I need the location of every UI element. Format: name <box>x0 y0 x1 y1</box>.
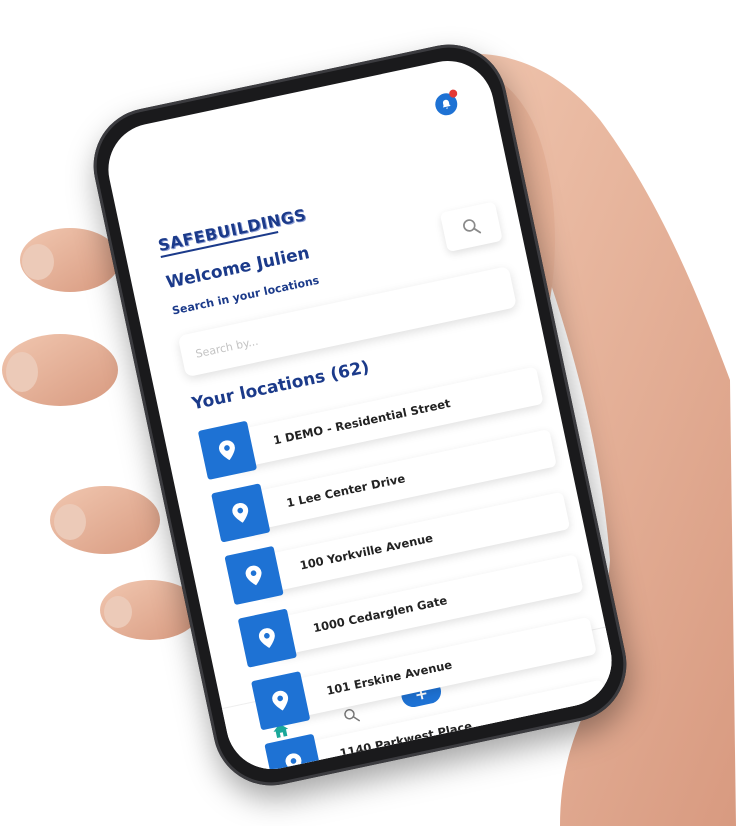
location-pin <box>251 671 311 731</box>
map-pin-icon <box>232 502 249 523</box>
map-pin-icon <box>272 690 289 711</box>
map-pin-icon <box>258 628 275 648</box>
location-pin <box>237 608 298 668</box>
map-pin-icon <box>218 440 235 461</box>
notification-button[interactable] <box>433 88 460 118</box>
location-pin <box>197 420 258 480</box>
search-icon <box>463 219 482 234</box>
bell-icon <box>442 99 451 109</box>
search-icon <box>344 708 361 722</box>
map-pin-icon <box>245 565 262 586</box>
notification-dot <box>448 88 458 99</box>
search-button[interactable] <box>439 201 503 253</box>
location-pin <box>211 483 271 543</box>
location-pin <box>224 545 284 606</box>
